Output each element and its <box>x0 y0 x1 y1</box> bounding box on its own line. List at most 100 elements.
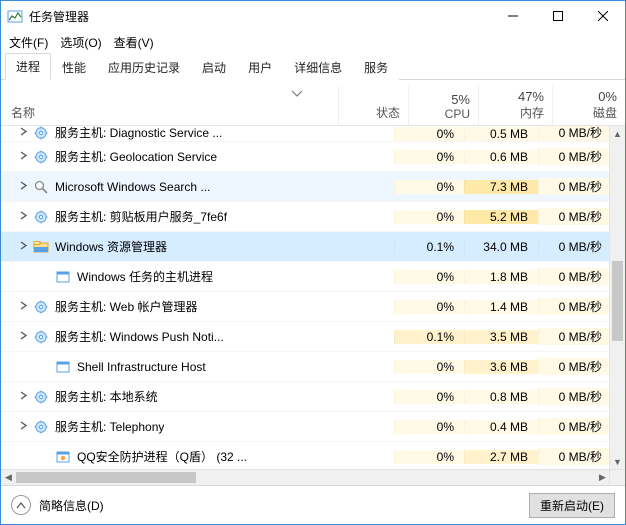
disk-cell: 0 MB/秒 <box>538 448 610 465</box>
column-label: CPU <box>445 107 470 121</box>
disk-cell: 0 MB/秒 <box>538 238 610 255</box>
horizontal-scrollbar[interactable]: ◀ ▶ <box>1 469 610 485</box>
process-name: 服务主机: Geolocation Service <box>55 148 217 165</box>
cpu-cell: 0.1% <box>394 330 464 344</box>
process-row[interactable]: Microsoft Windows Search ...0%7.3 MB0 MB… <box>1 172 610 202</box>
fewer-details-label[interactable]: 简略信息(D) <box>39 497 104 514</box>
memory-cell: 0.4 MB <box>464 420 538 434</box>
expand-icon[interactable] <box>15 181 31 193</box>
process-name: Microsoft Windows Search ... <box>55 180 210 194</box>
column-header-memory[interactable]: 47% 内存 <box>479 86 553 125</box>
cpu-cell: 0% <box>394 300 464 314</box>
process-row[interactable]: 服务主机: Diagnostic Service ...0%0.5 MB0 MB… <box>1 126 610 142</box>
column-header-status[interactable]: 状态 <box>339 86 409 125</box>
column-label: 磁盘 <box>593 104 617 121</box>
window-icon <box>55 269 71 285</box>
process-list[interactable]: 服务主机: Diagnostic Service ...0%0.5 MB0 MB… <box>1 126 625 469</box>
tab-startup[interactable]: 启动 <box>191 54 237 80</box>
process-row[interactable]: 服务主机: Windows Push Noti...0.1%3.5 MB0 MB… <box>1 322 610 352</box>
scroll-track[interactable] <box>16 470 595 485</box>
tab-services[interactable]: 服务 <box>353 54 399 80</box>
task-manager-window: 任务管理器 文件(F) 选项(O) 查看(V) 进程 性能 应用历史记录 启动 … <box>0 0 626 525</box>
process-row[interactable]: 服务主机: 本地系统0%0.8 MB0 MB/秒 <box>1 382 610 412</box>
cpu-cell: 0.1% <box>394 240 464 254</box>
disk-cell: 0 MB/秒 <box>538 126 610 141</box>
process-row[interactable]: Shell Infrastructure Host0%3.6 MB0 MB/秒 <box>1 352 610 382</box>
scroll-up-icon[interactable]: ▲ <box>610 126 625 141</box>
process-row[interactable]: QQ安全防护进程（Q盾） (32 ... 0%2.7 MB0 MB/秒 <box>1 442 610 469</box>
process-name-cell[interactable]: 服务主机: Web 帐户管理器 <box>1 298 324 315</box>
expand-icon[interactable] <box>15 127 31 139</box>
process-name-cell[interactable]: Shell Infrastructure Host <box>1 359 324 375</box>
process-name: 服务主机: 本地系统 <box>55 388 158 405</box>
process-row[interactable]: 服务主机: Web 帐户管理器0%1.4 MB0 MB/秒 <box>1 292 610 322</box>
column-pct: 47% <box>518 89 544 104</box>
memory-cell: 3.5 MB <box>464 330 538 344</box>
process-row[interactable]: 服务主机: Geolocation Service0%0.6 MB0 MB/秒 <box>1 142 610 172</box>
tab-performance[interactable]: 性能 <box>51 54 97 80</box>
scroll-right-icon[interactable]: ▶ <box>595 472 610 483</box>
column-header-disk[interactable]: 0% 磁盘 <box>553 86 625 125</box>
restart-button[interactable]: 重新启动(E) <box>529 493 615 518</box>
menu-view[interactable]: 查看(V) <box>114 34 154 51</box>
close-button[interactable] <box>580 1 625 31</box>
process-name-cell[interactable]: QQ安全防护进程（Q盾） (32 ... <box>1 448 324 465</box>
process-name-cell[interactable]: 服务主机: 剪贴板用户服务_7fe6f <box>1 208 324 225</box>
memory-cell: 3.6 MB <box>464 360 538 374</box>
cpu-cell: 0% <box>394 450 464 464</box>
menu-file[interactable]: 文件(F) <box>9 34 48 51</box>
memory-cell: 1.4 MB <box>464 300 538 314</box>
expand-icon[interactable] <box>15 421 31 433</box>
sort-indicator-icon <box>291 86 303 100</box>
column-header-name[interactable]: 名称 <box>1 86 339 125</box>
gear-icon <box>33 329 49 345</box>
process-name-cell[interactable]: 服务主机: Telephony <box>1 418 324 435</box>
expand-icon[interactable] <box>15 151 31 163</box>
process-row[interactable]: 服务主机: 剪贴板用户服务_7fe6f0%5.2 MB0 MB/秒 <box>1 202 610 232</box>
expand-icon[interactable] <box>15 241 31 253</box>
maximize-button[interactable] <box>535 1 580 31</box>
process-name: Windows 资源管理器 <box>55 238 167 255</box>
process-name-cell[interactable]: 服务主机: Diagnostic Service ... <box>1 126 324 141</box>
process-name-cell[interactable]: 服务主机: 本地系统 <box>1 388 324 405</box>
gear-icon <box>33 209 49 225</box>
process-name-cell[interactable]: 服务主机: Geolocation Service <box>1 148 324 165</box>
menu-options[interactable]: 选项(O) <box>60 34 101 51</box>
process-name-cell[interactable]: Microsoft Windows Search ... <box>1 179 324 195</box>
tab-details[interactable]: 详细信息 <box>283 54 353 80</box>
fewer-details-icon[interactable] <box>11 495 31 515</box>
scroll-track[interactable] <box>610 141 625 454</box>
memory-cell: 2.7 MB <box>464 450 538 464</box>
scroll-down-icon[interactable]: ▼ <box>610 454 625 469</box>
process-name-cell[interactable]: Windows 资源管理器 <box>1 238 324 255</box>
expand-icon[interactable] <box>15 211 31 223</box>
tab-app-history[interactable]: 应用历史记录 <box>97 54 191 80</box>
process-name-cell[interactable]: Windows 任务的主机进程 <box>1 268 324 285</box>
process-name-cell[interactable]: 服务主机: Windows Push Noti... <box>1 328 324 345</box>
expand-icon[interactable] <box>15 301 31 313</box>
scroll-thumb[interactable] <box>16 472 196 483</box>
column-pct: 5% <box>451 92 470 107</box>
minimize-button[interactable] <box>490 1 535 31</box>
process-name: Shell Infrastructure Host <box>77 360 206 374</box>
process-row[interactable]: Windows 任务的主机进程0%1.8 MB0 MB/秒 <box>1 262 610 292</box>
process-name: QQ安全防护进程（Q盾） (32 ... <box>77 448 247 465</box>
column-header-cpu[interactable]: 5% CPU <box>409 86 479 125</box>
process-row[interactable]: 服务主机: Telephony0%0.4 MB0 MB/秒 <box>1 412 610 442</box>
tab-users[interactable]: 用户 <box>237 54 283 80</box>
disk-cell: 0 MB/秒 <box>538 148 610 165</box>
vertical-scrollbar[interactable]: ▲ ▼ <box>609 126 625 469</box>
cpu-cell: 0% <box>394 210 464 224</box>
memory-cell: 1.8 MB <box>464 270 538 284</box>
gear-icon <box>33 419 49 435</box>
tab-processes[interactable]: 进程 <box>5 53 51 80</box>
cpu-cell: 0% <box>394 360 464 374</box>
process-name: 服务主机: 剪贴板用户服务_7fe6f <box>55 208 227 225</box>
scroll-left-icon[interactable]: ◀ <box>1 472 16 483</box>
scroll-thumb[interactable] <box>612 261 623 341</box>
expand-icon[interactable] <box>15 331 31 343</box>
process-row[interactable]: Windows 资源管理器0.1%34.0 MB0 MB/秒 <box>1 232 610 262</box>
cpu-cell: 0% <box>394 150 464 164</box>
expand-icon[interactable] <box>15 391 31 403</box>
process-name: 服务主机: Web 帐户管理器 <box>55 298 197 315</box>
